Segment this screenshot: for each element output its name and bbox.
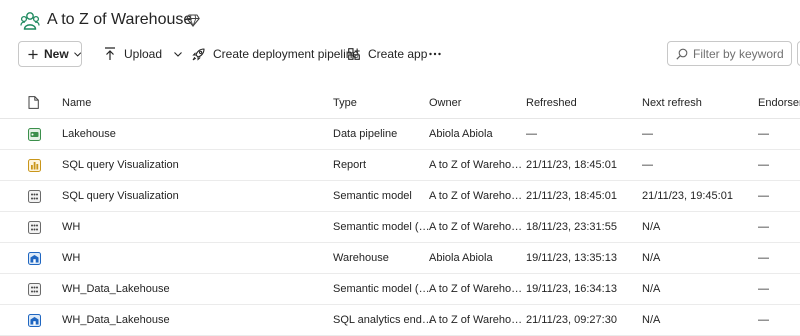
create-deployment-pipeline-button[interactable]: Create deployment pipeline [192,40,359,68]
item-type: Report [333,159,367,171]
chevron-down-icon [73,51,81,57]
item-refreshed: 19/11/23, 16:34:13 [526,283,617,295]
item-type: Data pipeline [333,128,398,140]
item-next-refresh: — [642,159,653,171]
item-name-link[interactable]: WH_Data_Lakehouse [62,305,170,335]
item-endorsement: — [758,314,769,326]
table-row[interactable]: SQL query Visualization Semantic model A… [0,181,800,212]
create-deployment-pipeline-label: Create deployment pipeline [213,47,360,61]
workspace-header: A to Z of Warehouse [0,0,800,44]
item-endorsement: — [758,221,769,233]
item-name-link[interactable]: WH [62,212,80,242]
upload-button[interactable]: Upload [104,40,182,68]
chevron-down-icon [174,51,182,57]
item-refreshed: 21/11/23, 18:45:01 [526,190,617,202]
report-icon [28,158,41,172]
column-header-next-refresh[interactable]: Next refresh [642,87,702,118]
item-next-refresh: N/A [642,314,661,326]
rocket-icon [192,47,205,61]
search-icon [676,48,688,60]
column-header-owner[interactable]: Owner [429,87,461,118]
app-grid-icon [348,48,360,60]
new-button[interactable]: New [18,41,82,67]
items-table: Name Type Owner Refreshed Next refresh E… [0,87,800,336]
item-owner: A to Z of Wareho… [429,283,523,295]
item-type: SQL analytics end… [333,314,433,326]
document-icon [28,96,39,109]
item-refreshed: 21/11/23, 18:45:01 [526,159,617,171]
item-owner: A to Z of Wareho… [429,190,523,202]
item-refreshed: 18/11/23, 23:31:55 [526,221,617,233]
item-type: Semantic model (… [333,221,430,233]
item-next-refresh: N/A [642,283,661,295]
upload-icon [105,47,115,60]
filter-input[interactable] [693,46,783,61]
data-pipeline-icon [28,127,41,141]
item-type: Semantic model [333,190,412,202]
item-endorsement: — [758,190,769,202]
item-owner: Abiola Abiola [429,252,493,264]
item-endorsement: — [758,283,769,295]
item-refreshed: — [526,128,537,140]
item-endorsement: — [758,252,769,264]
filter-by-keyword-search[interactable] [667,41,792,66]
table-row[interactable]: WH_Data_Lakehouse Semantic model (… A to… [0,274,800,305]
new-button-label: New [44,47,69,61]
table-row[interactable]: Lakehouse Data pipeline Abiola Abiola — … [0,119,800,150]
column-header-type[interactable]: Type [333,87,357,118]
item-next-refresh: — [642,128,653,140]
item-name-link[interactable]: SQL query Visualization [62,181,179,211]
item-next-refresh: 21/11/23, 19:45:01 [642,190,733,202]
toolbar: New Upload Create deployment pipeline Cr… [0,40,800,70]
column-header-name[interactable]: Name [62,87,91,118]
column-header-refreshed[interactable]: Refreshed [526,87,577,118]
column-header-endorsement[interactable]: Endorsement [758,87,800,118]
item-endorsement: — [758,159,769,171]
warehouse-icon [28,251,41,265]
workspace-title: A to Z of Warehouse [47,11,193,28]
semantic-model-icon [28,220,41,234]
item-name-link[interactable]: WH [62,243,80,273]
item-owner: A to Z of Wareho… [429,221,523,233]
create-app-button[interactable]: Create app [348,40,427,68]
file-type-column-header[interactable] [28,87,39,118]
semantic-model-icon [28,282,41,296]
semantic-model-icon [28,189,41,203]
upload-button-label: Upload [124,47,163,61]
sql-endpoint-icon [28,313,41,327]
item-name-link[interactable]: Lakehouse [62,119,116,149]
plus-icon [28,49,38,59]
table-header: Name Type Owner Refreshed Next refresh E… [0,87,800,119]
item-owner: Abiola Abiola [429,128,493,140]
table-row[interactable]: WH_Data_Lakehouse SQL analytics end… A t… [0,305,800,336]
item-next-refresh: N/A [642,252,661,264]
table-row[interactable]: WH Semantic model (… A to Z of Wareho… 1… [0,212,800,243]
premium-diamond-icon [186,14,200,27]
more-options-icon[interactable] [429,52,441,56]
workspace-people-icon [20,12,40,30]
item-name-link[interactable]: WH_Data_Lakehouse [62,274,170,304]
item-owner: A to Z of Wareho… [429,159,523,171]
create-app-label: Create app [368,47,428,61]
item-next-refresh: N/A [642,221,661,233]
item-type: Warehouse [333,252,389,264]
item-endorsement: — [758,128,769,140]
table-row[interactable]: SQL query Visualization Report A to Z of… [0,150,800,181]
item-owner: A to Z of Wareho… [429,314,523,326]
item-type: Semantic model (… [333,283,430,295]
item-name-link[interactable]: SQL query Visualization [62,150,179,180]
item-refreshed: 21/11/23, 09:27:30 [526,314,617,326]
item-refreshed: 19/11/23, 13:35:13 [526,252,617,264]
table-row[interactable]: WH Warehouse Abiola Abiola 19/11/23, 13:… [0,243,800,274]
